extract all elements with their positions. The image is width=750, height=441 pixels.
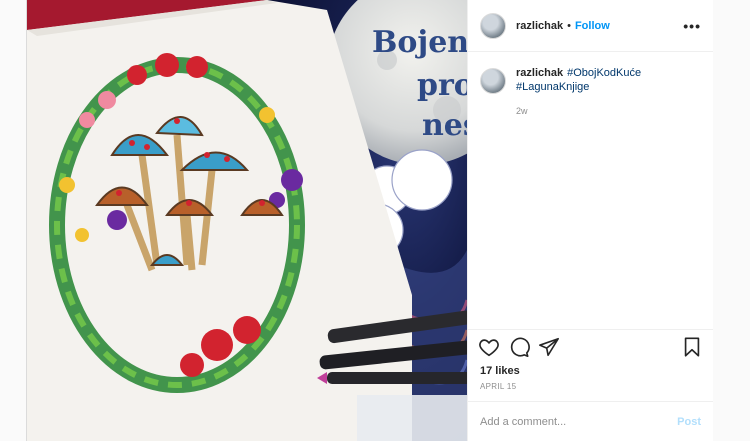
page-background: Bojen pro nes [0,0,750,441]
comment-input[interactable] [480,415,678,428]
bookmark-icon[interactable] [681,336,703,358]
book-title-line-3: nes [422,108,467,143]
book-title-line-1: Bojen [372,25,467,60]
share-icon[interactable] [538,336,560,358]
hashtag-link[interactable]: #ObojKodKuće [567,67,641,79]
caption-username[interactable]: razlichak [516,67,563,79]
add-comment-bar: Post [468,401,713,441]
post-comment-button[interactable]: Post [677,416,701,428]
post-modal: Bojen pro nes [26,0,713,441]
post-date[interactable]: APRIL 15 [480,382,516,391]
hashtag-link[interactable]: #LagunaKnjige [516,81,589,93]
caption-row: razlichak #ObojKodKuće #LagunaKnjige 2w [480,66,701,118]
author-username[interactable]: razlichak [516,20,563,32]
book-title-line-2: pro [417,68,467,103]
comments-section: razlichak #ObojKodKuće #LagunaKnjige 2w [468,52,713,330]
comment-icon[interactable] [508,336,530,358]
avatar[interactable] [480,12,506,39]
separator-dot: • [567,19,571,32]
coloring-book-photo: Bojen pro nes [27,0,467,441]
caption-age[interactable]: 2w [516,104,641,118]
caption-avatar[interactable] [480,68,506,94]
caption-body: razlichak #ObojKodKuće #LagunaKnjige 2w [516,66,641,118]
heart-icon[interactable] [478,336,500,358]
follow-button[interactable]: Follow [575,20,610,32]
more-options-icon[interactable]: ••• [683,18,701,34]
post-side-panel: razlichak • Follow ••• razlichak #ObojKod… [467,0,713,441]
post-header: razlichak • Follow ••• [468,0,713,52]
likes-count[interactable]: 17 likes [480,365,520,377]
post-image[interactable]: Bojen pro nes [27,0,467,441]
